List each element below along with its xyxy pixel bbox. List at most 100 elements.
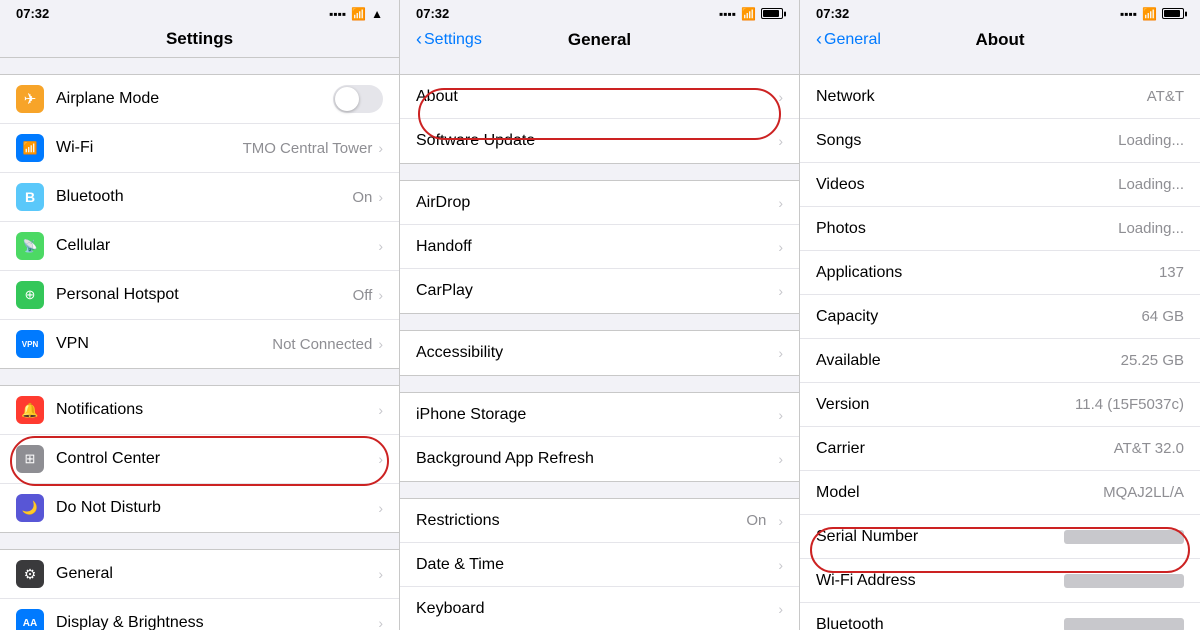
general-section-1: About › Software Update › bbox=[400, 74, 799, 164]
bluetooth-row[interactable]: B Bluetooth On › bbox=[0, 173, 399, 222]
keyboard-chevron: › bbox=[778, 601, 783, 617]
version-label: Version bbox=[816, 396, 869, 414]
battery-icon-2 bbox=[761, 8, 783, 19]
general-section-2: AirDrop › Handoff › CarPlay › bbox=[400, 180, 799, 314]
display-chevron: › bbox=[378, 615, 383, 630]
back-chevron-icon-2: ‹ bbox=[816, 29, 822, 50]
general-icon: ⚙ bbox=[16, 560, 44, 588]
airplane-toggle[interactable] bbox=[333, 85, 383, 113]
signal-icon-2: ▪▪▪▪ bbox=[719, 7, 736, 21]
keyboard-item[interactable]: Keyboard › bbox=[400, 587, 799, 630]
serial-row: Serial Number bbox=[800, 515, 1200, 559]
available-row: Available 25.25 GB bbox=[800, 339, 1200, 383]
notifications-chevron: › bbox=[378, 402, 383, 418]
bluetooth-about-label: Bluetooth bbox=[816, 616, 884, 630]
back-general-label: General bbox=[824, 31, 881, 49]
display-icon: AA bbox=[16, 609, 44, 630]
restrictions-chevron: › bbox=[778, 513, 783, 529]
iphone-storage-item[interactable]: iPhone Storage › bbox=[400, 393, 799, 437]
vpn-row[interactable]: VPN VPN Not Connected › bbox=[0, 320, 399, 368]
status-bar-3: 07:32 ▪▪▪▪ 📶 bbox=[800, 0, 1200, 25]
wifi-address-redacted bbox=[1064, 574, 1184, 588]
carrier-value: AT&T 32.0 bbox=[1114, 440, 1184, 457]
accessibility-chevron: › bbox=[778, 345, 783, 361]
general-list: About › Software Update › AirDrop › Hand… bbox=[400, 58, 799, 630]
cellular-row[interactable]: 📡 Cellular › bbox=[0, 222, 399, 271]
about-item[interactable]: About › bbox=[400, 75, 799, 119]
panel-settings: 07:32 ▪▪▪▪ 📶 ▲ Settings ✈ Airplane Mode … bbox=[0, 0, 400, 630]
battery-icon-3 bbox=[1162, 8, 1184, 19]
background-refresh-label: Background App Refresh bbox=[416, 450, 594, 468]
software-update-label: Software Update bbox=[416, 132, 535, 150]
applications-value: 137 bbox=[1159, 264, 1184, 281]
applications-row: Applications 137 bbox=[800, 251, 1200, 295]
available-label: Available bbox=[816, 352, 881, 370]
cellular-icon: 📡 bbox=[16, 232, 44, 260]
handoff-item[interactable]: Handoff › bbox=[400, 225, 799, 269]
accessibility-label: Accessibility bbox=[416, 344, 503, 362]
hotspot-chevron: › bbox=[378, 287, 383, 303]
vpn-value: Not Connected bbox=[272, 336, 372, 353]
applications-label: Applications bbox=[816, 264, 902, 282]
photos-value: Loading... bbox=[1118, 220, 1184, 237]
keyboard-label: Keyboard bbox=[416, 600, 485, 618]
datetime-item[interactable]: Date & Time › bbox=[400, 543, 799, 587]
videos-row: Videos Loading... bbox=[800, 163, 1200, 207]
carplay-item[interactable]: CarPlay › bbox=[400, 269, 799, 313]
about-nav-bar: ‹ General About bbox=[800, 25, 1200, 58]
carrier-label: Carrier bbox=[816, 440, 865, 458]
back-chevron-icon: ‹ bbox=[416, 29, 422, 50]
software-update-chevron: › bbox=[778, 133, 783, 149]
arrow-icon: ▲ bbox=[371, 7, 383, 21]
display-brightness-row[interactable]: AA Display & Brightness › bbox=[0, 599, 399, 630]
background-refresh-item[interactable]: Background App Refresh › bbox=[400, 437, 799, 481]
wifi-value: TMO Central Tower bbox=[243, 140, 373, 157]
wifi-row[interactable]: 📶 Wi-Fi TMO Central Tower › bbox=[0, 124, 399, 173]
version-value: 11.4 (15F5037c) bbox=[1075, 396, 1184, 413]
time-2: 07:32 bbox=[416, 6, 449, 21]
general-row[interactable]: ⚙ General › bbox=[0, 550, 399, 599]
time-1: 07:32 bbox=[16, 6, 49, 21]
donotdisturb-row[interactable]: 🌙 Do Not Disturb › bbox=[0, 484, 399, 532]
software-update-item[interactable]: Software Update › bbox=[400, 119, 799, 163]
control-center-row[interactable]: ⊞ Control Center › bbox=[0, 435, 399, 484]
datetime-chevron: › bbox=[778, 557, 783, 573]
videos-value: Loading... bbox=[1118, 176, 1184, 193]
general-section-5: Restrictions On › Date & Time › Keyboard… bbox=[400, 498, 799, 630]
airdrop-item[interactable]: AirDrop › bbox=[400, 181, 799, 225]
back-to-settings[interactable]: ‹ Settings bbox=[416, 29, 482, 50]
available-value: 25.25 GB bbox=[1121, 352, 1184, 369]
songs-value: Loading... bbox=[1118, 132, 1184, 149]
vpn-chevron: › bbox=[378, 336, 383, 352]
status-bar-1: 07:32 ▪▪▪▪ 📶 ▲ bbox=[0, 0, 399, 25]
about-label: About bbox=[416, 88, 458, 106]
carplay-label: CarPlay bbox=[416, 282, 473, 300]
notifications-row[interactable]: 🔔 Notifications › bbox=[0, 386, 399, 435]
wifi-label: Wi-Fi bbox=[56, 139, 243, 157]
control-center-icon: ⊞ bbox=[16, 445, 44, 473]
bluetooth-chevron: › bbox=[378, 189, 383, 205]
airplane-mode-row[interactable]: ✈ Airplane Mode bbox=[0, 75, 399, 124]
general-chevron: › bbox=[378, 566, 383, 582]
settings-group-3: ⚙ General › AA Display & Brightness › 🖼 … bbox=[0, 549, 399, 630]
photos-label: Photos bbox=[816, 220, 866, 238]
wifi-icon: 📶 bbox=[351, 7, 366, 21]
status-icons-1: ▪▪▪▪ 📶 ▲ bbox=[329, 7, 383, 21]
accessibility-item[interactable]: Accessibility › bbox=[400, 331, 799, 375]
capacity-row: Capacity 64 GB bbox=[800, 295, 1200, 339]
wifi-chevron: › bbox=[378, 140, 383, 156]
wifi-icon-3: 📶 bbox=[1142, 7, 1157, 21]
back-to-general[interactable]: ‹ General bbox=[816, 29, 881, 50]
hotspot-row[interactable]: ⊕ Personal Hotspot Off › bbox=[0, 271, 399, 320]
restrictions-item[interactable]: Restrictions On › bbox=[400, 499, 799, 543]
status-bar-2: 07:32 ▪▪▪▪ 📶 bbox=[400, 0, 799, 25]
capacity-value: 64 GB bbox=[1141, 308, 1184, 325]
bluetooth-value: On bbox=[352, 189, 372, 206]
cellular-chevron: › bbox=[378, 238, 383, 254]
videos-label: Videos bbox=[816, 176, 865, 194]
model-value: MQAJ2LL/A bbox=[1103, 484, 1184, 501]
datetime-label: Date & Time bbox=[416, 556, 504, 574]
hotspot-value: Off bbox=[353, 287, 373, 304]
network-label: Network bbox=[816, 88, 875, 106]
airdrop-chevron: › bbox=[778, 195, 783, 211]
